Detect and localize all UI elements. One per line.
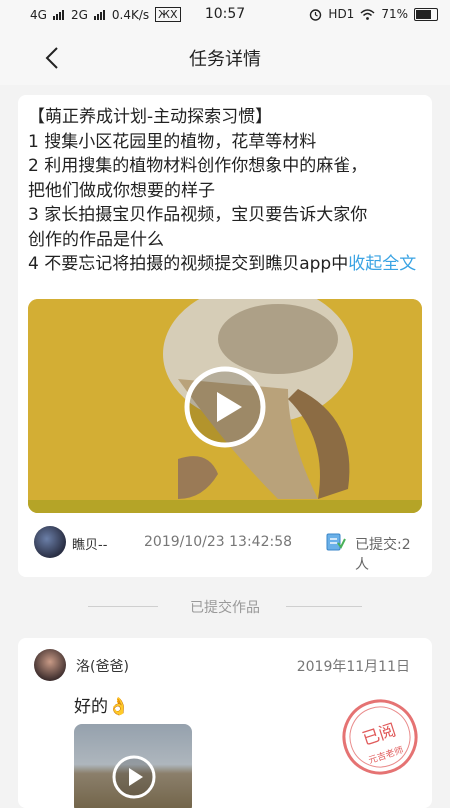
divider-label: 已提交作品 [190, 600, 260, 616]
alarm-icon [310, 8, 322, 21]
battery-percent: 71% [381, 7, 408, 21]
task-line: 创作的作品是什么 [28, 229, 164, 250]
divider-line-right [286, 606, 362, 607]
nav-bar: 任务详情 [0, 30, 450, 85]
submission-date: 2019年11月11日 [296, 659, 410, 675]
task-line: 4 不要忘记将拍摄的视频提交到瞧贝app中 [28, 254, 349, 274]
task-video[interactable] [28, 299, 422, 513]
video-bottom-bar [28, 500, 422, 513]
submitted-count[interactable]: 已提交:2人 [355, 534, 424, 574]
task-line: 2 利用搜集的植物材料创作你想象中的麻雀， [28, 156, 368, 176]
task-line: 把他们做成你想要的样子 [28, 180, 215, 201]
submitter-avatar[interactable] [34, 649, 66, 681]
status-right: HD1 71% [309, 7, 438, 21]
ok-hand-icon: 👌 [108, 697, 130, 717]
task-card: 【萌正养成计划-主动探索习惯】 1 搜集小区花园里的植物，花草等材料 2 利用搜… [18, 95, 432, 577]
collapse-text-link[interactable]: 收起全文 [348, 254, 416, 274]
battery-icon [414, 7, 438, 21]
section-divider: 已提交作品 [0, 596, 450, 616]
play-icon[interactable] [111, 754, 157, 800]
hd-indicator: HD1 [328, 7, 355, 21]
play-icon[interactable] [183, 365, 267, 449]
page-title: 任务详情 [189, 49, 261, 70]
stamp-text: 已阅 [360, 720, 399, 750]
submitted-list-icon [326, 533, 346, 551]
post-time: 2019/10/23 13:42:58 [144, 534, 293, 550]
submission-message: 好的👌 [74, 692, 129, 717]
submission-video-thumbnail[interactable] [74, 724, 192, 808]
task-meta: 瞧贝-- 2019/10/23 13:42:58 已提交:2人 [34, 525, 424, 573]
wifi-icon [360, 8, 375, 20]
task-description: 【萌正养成计划-主动探索习惯】 1 搜集小区花园里的植物，花草等材料 2 利用搜… [28, 105, 418, 277]
task-line-last: 4 不要忘记将拍摄的视频提交到瞧贝app中收起全文 [28, 252, 418, 277]
task-line: 1 搜集小区花园里的植物，花草等材料 [28, 131, 317, 152]
status-bar: 4G 2G 0.4K/s ЖX 10:57 HD1 71% [0, 0, 450, 30]
author-name: 瞧贝-- [72, 538, 108, 553]
task-line: 【萌正养成计划-主动探索习惯】 [28, 107, 273, 127]
task-line: 3 家长拍摄宝贝作品视频，宝贝要告诉大家你 [28, 205, 368, 225]
author-avatar[interactable] [34, 526, 66, 558]
submitter-name: 洛(爸爸) [76, 659, 129, 675]
message-text: 好的 [74, 697, 108, 717]
